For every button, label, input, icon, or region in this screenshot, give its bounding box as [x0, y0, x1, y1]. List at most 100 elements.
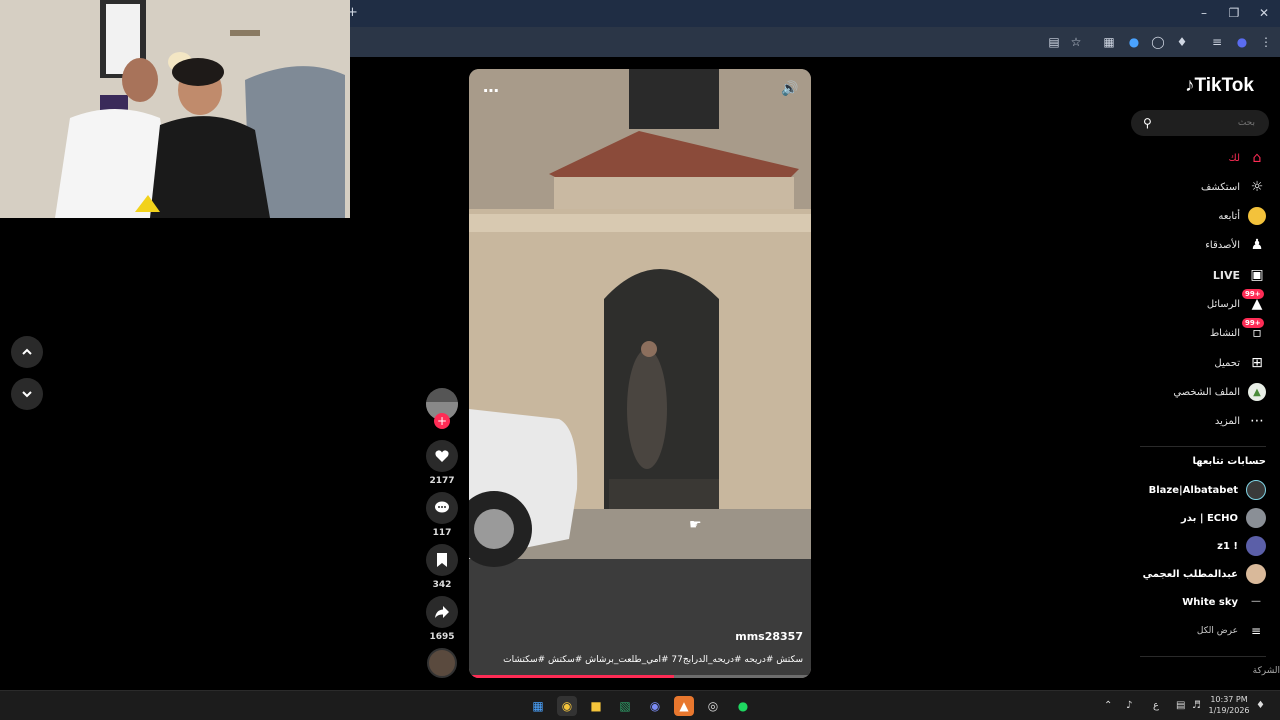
- nav-explore[interactable]: استكشف ☼: [1140, 174, 1266, 200]
- launcher-icon[interactable]: ▲: [674, 696, 694, 716]
- previous-video-button[interactable]: [11, 336, 43, 368]
- chevron-up-icon: [22, 348, 32, 355]
- video-username[interactable]: mms28357: [735, 630, 803, 643]
- video-progress-fill: [469, 675, 675, 678]
- comment-count: 117: [432, 528, 452, 538]
- restore-icon[interactable]: ❐: [1224, 5, 1244, 21]
- tiktok-logo[interactable]: ♪TikTok: [1185, 75, 1270, 99]
- chrome-icon[interactable]: ◉: [557, 696, 577, 716]
- music-disc-avatar[interactable]: [427, 648, 457, 678]
- shield-extension-icon[interactable]: ◯: [1150, 34, 1166, 50]
- company-link[interactable]: الشركة: [1200, 666, 1280, 676]
- nav-for-you-label: لك: [1228, 152, 1240, 164]
- spotify-icon[interactable]: ●: [733, 696, 753, 716]
- search-box[interactable]: ⚲: [1131, 110, 1269, 136]
- search-input[interactable]: [1155, 114, 1255, 132]
- nav-activity[interactable]: النشاط ▫ 99+: [1140, 318, 1266, 346]
- following-account-name: Blaze|Albatabet: [1148, 484, 1238, 496]
- obs-icon[interactable]: ◎: [703, 696, 723, 716]
- extension-1-icon[interactable]: ▦: [1101, 34, 1117, 50]
- language-indicator[interactable]: ع: [1153, 700, 1159, 711]
- nav-more-label: المزيد: [1214, 415, 1240, 427]
- share-count: 1695: [429, 632, 455, 642]
- queue-icon[interactable]: ≡: [1209, 34, 1225, 50]
- save-button[interactable]: [426, 544, 458, 576]
- heart-icon: [435, 450, 449, 462]
- nav-friends[interactable]: الأصدقاء ♟: [1140, 232, 1266, 258]
- nav-messages-label: الرسائل: [1206, 298, 1240, 310]
- following-account-name: عبدالمطلب العجمي: [1142, 568, 1238, 580]
- discord-icon[interactable]: ◉: [645, 696, 665, 716]
- puzzle-icon[interactable]: ♦: [1174, 34, 1190, 50]
- following-account[interactable]: White sky —: [1100, 590, 1266, 614]
- video-more-options-icon[interactable]: ⋯: [483, 81, 499, 100]
- video-frame: [469, 69, 811, 678]
- home-icon: ⌂: [1252, 150, 1262, 166]
- profile-icon[interactable]: ●: [1234, 34, 1250, 50]
- following-account[interactable]: بدر | ECHO: [1100, 506, 1266, 530]
- upload-icon: ⊞: [1251, 355, 1263, 371]
- following-account[interactable]: عبدالمطلب العجمي: [1100, 562, 1266, 586]
- share-button[interactable]: [426, 596, 458, 628]
- following-avatar-icon: [1248, 207, 1266, 225]
- account-avatar: [1246, 536, 1266, 556]
- clock[interactable]: 10:37 PM 1/19/2026: [1207, 694, 1251, 716]
- sidebar-divider: [1140, 446, 1266, 447]
- network-icon[interactable]: ▤: [1176, 700, 1185, 711]
- video-progress-bar[interactable]: [469, 675, 811, 678]
- notification-bell-icon[interactable]: ♦: [1256, 700, 1265, 711]
- nav-live[interactable]: LIVE ▣: [1140, 262, 1266, 288]
- nav-friends-label: الأصدقاء: [1205, 239, 1240, 251]
- volume-icon[interactable]: 🔊: [781, 81, 798, 97]
- nav-upload[interactable]: تحميل ⊞: [1140, 350, 1266, 376]
- video-caption: سكتش #دريحه #دريحه_الدرابج77 #امي_طلعت_ب…: [503, 655, 803, 665]
- tray-overflow-icon[interactable]: ⌃: [1104, 700, 1112, 711]
- nav-following-label: أتابعه: [1218, 210, 1240, 222]
- follow-plus-button[interactable]: +: [434, 413, 450, 429]
- extension-2-icon[interactable]: ●: [1126, 34, 1142, 50]
- account-avatar: [1246, 508, 1266, 528]
- microphone-icon[interactable]: ♪: [1126, 700, 1132, 711]
- nav-for-you[interactable]: لك ⌂: [1140, 145, 1266, 171]
- speaker-icon[interactable]: ♬: [1192, 700, 1201, 711]
- profile-avatar-icon: ▲: [1248, 383, 1266, 401]
- nav-more[interactable]: المزيد ⋯: [1140, 408, 1266, 434]
- like-count: 2177: [429, 476, 455, 486]
- start-icon[interactable]: ▦: [528, 696, 548, 716]
- messages-icon: ▲ 99+: [1242, 289, 1266, 313]
- more-icon[interactable]: ⋮: [1258, 34, 1274, 50]
- following-account[interactable]: z1 !: [1100, 534, 1266, 558]
- live-icon: ▣: [1250, 267, 1264, 283]
- following-account-name: بدر | ECHO: [1181, 512, 1238, 524]
- video-player[interactable]: ⋯ 🔊 ☛ mms28357 سكتش #دريحه #دريحه_الدراب…: [469, 69, 811, 678]
- search-icon[interactable]: ⚲: [1143, 116, 1152, 130]
- nav-profile[interactable]: الملف الشخصي ▲: [1140, 379, 1266, 405]
- install-icon[interactable]: ▤: [1046, 34, 1062, 50]
- cursor-icon: ☛: [689, 517, 702, 533]
- nav-explore-label: استكشف: [1201, 181, 1240, 193]
- comment-button[interactable]: [426, 492, 458, 524]
- following-account-name: z1 !: [1217, 540, 1238, 552]
- bookmark-icon: [437, 553, 447, 567]
- webcam-feed: [0, 0, 350, 218]
- compass-icon: ☼: [1250, 179, 1264, 195]
- taskbar: ▦ ◉ ■ ▧ ◉ ▲ ◎ ● ⌃ ♪ ع ▤ ♬ 10:37 PM 1/19/…: [0, 690, 1280, 720]
- minimize-icon[interactable]: –: [1194, 5, 1214, 21]
- nav-activity-label: النشاط: [1209, 327, 1240, 339]
- nav-live-label: LIVE: [1212, 268, 1240, 282]
- close-icon[interactable]: ✕: [1254, 5, 1274, 21]
- list-icon: ≡: [1250, 624, 1262, 638]
- like-button[interactable]: [426, 440, 458, 472]
- account-avatar: [1246, 480, 1266, 500]
- see-all-link[interactable]: عرض الكل ≡: [1100, 619, 1266, 643]
- tiktok-logo-text: TikTok: [1194, 75, 1254, 96]
- star-icon[interactable]: ☆: [1068, 34, 1084, 50]
- file-explorer-icon[interactable]: ■: [586, 696, 606, 716]
- nav-following[interactable]: أتابعه: [1140, 203, 1266, 229]
- account-avatar: —: [1251, 596, 1261, 607]
- nav-messages[interactable]: الرسائل ▲ 99+: [1140, 289, 1266, 317]
- following-account[interactable]: Blaze|Albatabet: [1100, 478, 1266, 502]
- next-video-button[interactable]: [11, 378, 43, 410]
- activity-icon: ▫ 99+: [1242, 318, 1266, 342]
- excel-icon[interactable]: ▧: [615, 696, 635, 716]
